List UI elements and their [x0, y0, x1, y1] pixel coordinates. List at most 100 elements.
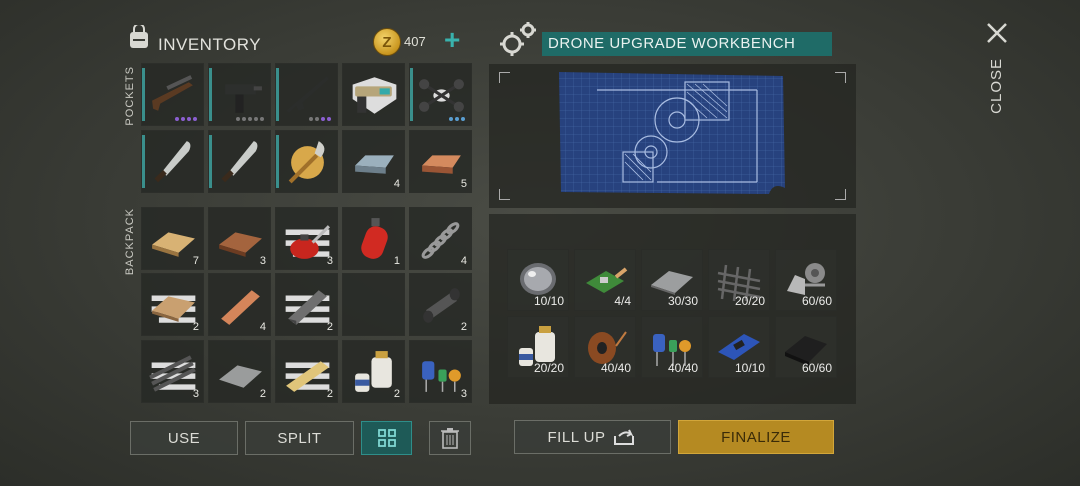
item-count: 4 [393, 178, 400, 190]
pocket-slot-drone[interactable] [409, 63, 472, 126]
material-count: 20/20 [734, 294, 765, 308]
backpack-slot-plywood[interactable]: 2 [141, 273, 204, 336]
plywood-icon [152, 296, 195, 322]
coin-icon: Z [373, 28, 401, 56]
gears-icon [500, 22, 536, 56]
item-count: 5 [460, 178, 467, 190]
backpack-slot-gas-canister[interactable]: 1 [342, 207, 405, 270]
material-count: 60/60 [801, 361, 832, 375]
backpack-slot-spring[interactable]: 4 [409, 207, 472, 270]
pockets-label: POCKETS [124, 66, 136, 126]
material-slot-lens[interactable]: 10/10 [507, 249, 569, 311]
iron-ingot-icon [355, 155, 394, 174]
inventory-title: INVENTORY [158, 35, 262, 54]
wood-board-icon [219, 232, 262, 257]
item-count: 1 [393, 255, 400, 267]
material-slot-resin[interactable]: 20/20 [507, 316, 569, 378]
backpack-slot-wood-beam[interactable]: 2 [275, 340, 338, 403]
backpack-slot-oil-can[interactable]: 3 [275, 207, 338, 270]
metal-plate-icon [219, 365, 262, 388]
wood-beam-icon [286, 361, 329, 392]
item-count: 3 [326, 255, 333, 267]
pipe-icon [423, 288, 460, 323]
backpack-label: BACKPACK [124, 208, 136, 276]
item-count: 2 [326, 388, 333, 400]
rifle-icon [286, 76, 329, 113]
blueprint-image [559, 72, 785, 194]
spring-icon [421, 222, 460, 259]
material-slot-circuit-board[interactable]: 4/4 [574, 249, 636, 311]
fill-up-label: FILL UP [547, 428, 606, 446]
material-count: 40/40 [600, 361, 631, 375]
pocket-slot-rifle[interactable] [275, 63, 338, 126]
coin-count: 407 [404, 34, 426, 49]
backpack-slot-plank[interactable]: 7 [141, 207, 204, 270]
backpack-icon [130, 25, 148, 48]
item-count: 4 [259, 321, 266, 333]
finalize-button[interactable]: FINALIZE [678, 420, 834, 454]
material-count: 4/4 [614, 294, 631, 308]
pocket-slot-pistol[interactable] [342, 63, 405, 126]
gas-canister-icon [361, 218, 388, 259]
item-count: 4 [460, 255, 467, 267]
split-button[interactable]: SPLIT [245, 421, 354, 455]
backpack-slot-pipe[interactable]: 2 [409, 273, 472, 336]
material-count: 30/30 [667, 294, 698, 308]
grid-view-button[interactable] [361, 421, 412, 455]
material-slot-capacitors[interactable]: 40/40 [641, 316, 703, 378]
material-slot-rubber[interactable]: 60/60 [775, 316, 837, 378]
glaive-icon [288, 141, 325, 184]
add-coins-button[interactable]: + [444, 26, 460, 54]
material-slot-gear-part[interactable]: 60/60 [775, 249, 837, 311]
trash-icon [441, 428, 459, 449]
trash-button[interactable] [429, 421, 471, 455]
uzi-icon [225, 84, 262, 113]
pocket-slot-glaive[interactable] [275, 130, 338, 193]
use-button[interactable]: USE [130, 421, 238, 455]
rebar-icon [149, 355, 196, 392]
material-slot-rebar-mesh[interactable]: 20/20 [708, 249, 770, 311]
backpack-slot-electronics[interactable]: 3 [409, 340, 472, 403]
item-count: 7 [192, 255, 199, 267]
close-label[interactable]: CLOSE [988, 58, 1005, 114]
material-count: 10/10 [734, 361, 765, 375]
material-slot-metal-sheet[interactable]: 30/30 [641, 249, 703, 311]
machete-icon [221, 141, 258, 183]
close-icon[interactable] [984, 20, 1010, 46]
backpack-slot-resin[interactable]: 2 [342, 340, 405, 403]
material-count: 20/20 [533, 361, 564, 375]
fill-up-icon [614, 429, 635, 445]
electronics-icon [422, 361, 461, 392]
pocket-slot-uzi[interactable] [208, 63, 271, 126]
item-count: 3 [259, 255, 266, 267]
pocket-slot-shotgun[interactable] [141, 63, 204, 126]
item-count: 2 [460, 321, 467, 333]
plank-icon [152, 232, 195, 257]
pocket-slot-machete[interactable] [141, 130, 204, 193]
backpack-slot-steel-bar[interactable]: 2 [275, 273, 338, 336]
backpack-slot-wood-board[interactable]: 3 [208, 207, 271, 270]
fill-up-button[interactable]: FILL UP [514, 420, 671, 454]
pocket-slot-machete-2[interactable] [208, 130, 271, 193]
item-count: 3 [192, 388, 199, 400]
backpack-slot-copper-bar[interactable]: 4 [208, 273, 271, 336]
material-slot-copper-wire[interactable]: 40/40 [574, 316, 636, 378]
shotgun-icon [152, 75, 193, 111]
material-count: 10/10 [533, 294, 564, 308]
backpack-slot-rebar[interactable]: 3 [141, 340, 204, 403]
item-count: 2 [259, 388, 266, 400]
pocket-slot-iron-ingot[interactable]: 4 [342, 130, 405, 193]
item-count: 2 [192, 321, 199, 333]
machete-icon [154, 141, 191, 183]
item-count: 3 [460, 388, 467, 400]
pocket-slot-copper-ingot[interactable]: 5 [409, 130, 472, 193]
copper-bar-icon [221, 290, 260, 325]
steel-bar-icon [288, 290, 327, 325]
material-slot-microchip-board[interactable]: 10/10 [708, 316, 770, 378]
copper-ingot-icon [422, 155, 461, 174]
backpack-slot-empty[interactable] [342, 273, 405, 336]
workbench-title: DRONE UPGRADE WORKBENCH [542, 32, 832, 56]
backpack-slot-metal-plate[interactable]: 2 [208, 340, 271, 403]
oil-can-icon [290, 225, 331, 259]
pistol-icon [355, 86, 392, 113]
